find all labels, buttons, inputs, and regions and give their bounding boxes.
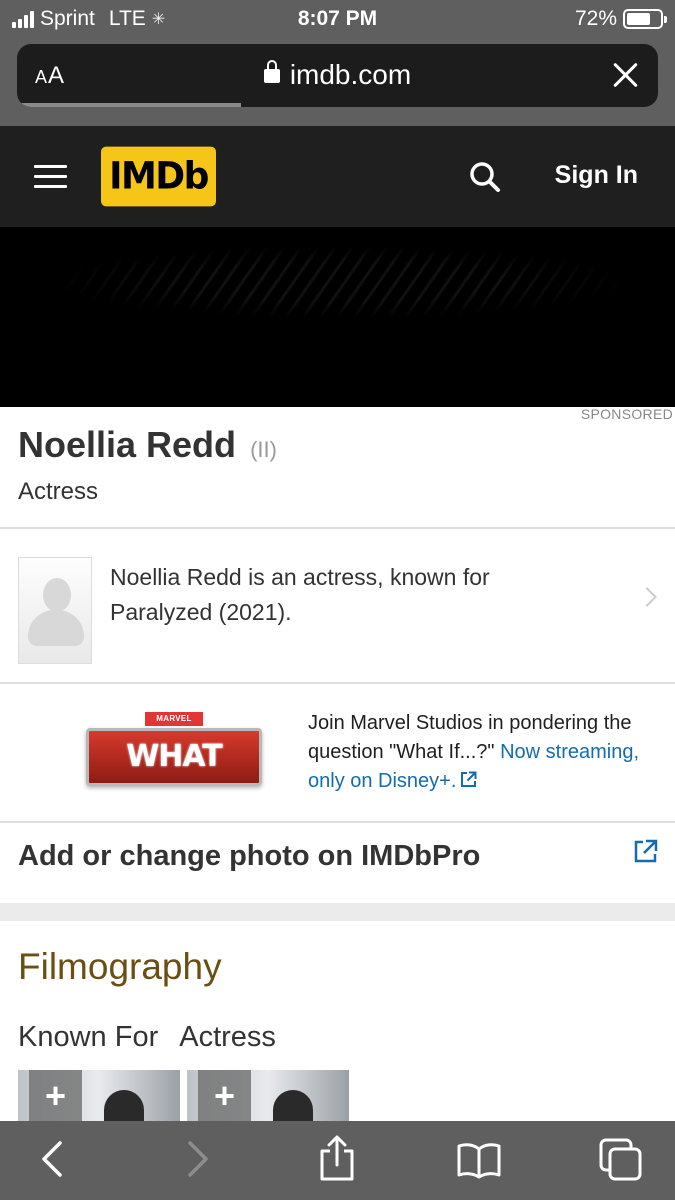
tabs-icon[interactable] [599,1138,643,1182]
address-bar[interactable]: AA imdb.com [17,44,658,107]
page-title: Noellia Redd (II) [18,424,277,466]
page-load-progress-fill [17,103,242,107]
hamburger-icon[interactable] [34,165,67,189]
status-bar: Sprint LTE ✳ 8:07 PM 72% [0,0,675,40]
divider [0,682,675,684]
external-link-icon[interactable] [460,771,477,788]
external-link-icon[interactable] [633,839,658,864]
browser-toolbar [0,1121,675,1200]
what-if-logo[interactable]: MARVEL STUDIOS WHAT IF...? [86,712,262,826]
back-icon[interactable] [40,1139,64,1179]
battery-percent: 72% [574,7,617,30]
bio-text: Noellia Redd is an actress, known for Pa… [110,564,490,625]
divider [0,821,675,823]
battery-icon [623,9,667,29]
share-icon[interactable] [318,1135,356,1181]
sponsored-label: SPONSORED [580,406,673,422]
page-load-progress [17,103,658,107]
url-text: imdb.com [289,59,412,90]
battery-fill [627,13,651,25]
title-poster[interactable]: + [187,1070,349,1122]
section-separator [0,903,675,921]
add-to-watchlist-button[interactable]: + [198,1070,251,1122]
imdbpro-photo-link[interactable]: Add or change photo on IMDbPro [18,840,480,873]
browser-address-area: AA imdb.com [0,40,675,126]
url-field[interactable]: imdb.com [17,59,658,91]
marvel-studios-label: MARVEL STUDIOS [145,712,203,737]
search-icon[interactable] [469,161,501,193]
ad-graphic [60,247,620,317]
name-disambiguator: (II) [250,437,277,462]
sign-in-button[interactable]: Sign In [555,161,638,190]
divider [0,527,675,529]
site-header: IMDb Sign In [0,126,675,227]
tab-actress[interactable]: Actress [179,1021,276,1054]
ad-banner[interactable] [0,227,675,407]
filmography-heading: Filmography [18,946,222,987]
clock: 8:07 PM [297,7,378,30]
person-name: Noellia Redd [18,424,237,465]
person-role: Actress [18,478,99,505]
title-poster[interactable]: + [18,1070,180,1122]
chevron-right-icon[interactable] [637,587,657,607]
close-icon[interactable] [612,61,640,89]
imdb-logo[interactable]: IMDb [101,146,216,207]
tab-known-for[interactable]: Known For [18,1021,158,1054]
add-to-watchlist-button[interactable]: + [29,1070,82,1122]
promo-text: Join Marvel Studios in pondering the que… [308,709,648,796]
filmography-tabs: Known For Actress [18,1021,276,1054]
bookmarks-icon[interactable] [456,1141,502,1179]
forward-icon[interactable] [186,1139,210,1179]
what-if-title-logo: WHAT IF...? [86,728,262,826]
avatar[interactable] [18,557,92,664]
status-right: 72% [574,7,667,31]
lock-icon [263,60,280,83]
